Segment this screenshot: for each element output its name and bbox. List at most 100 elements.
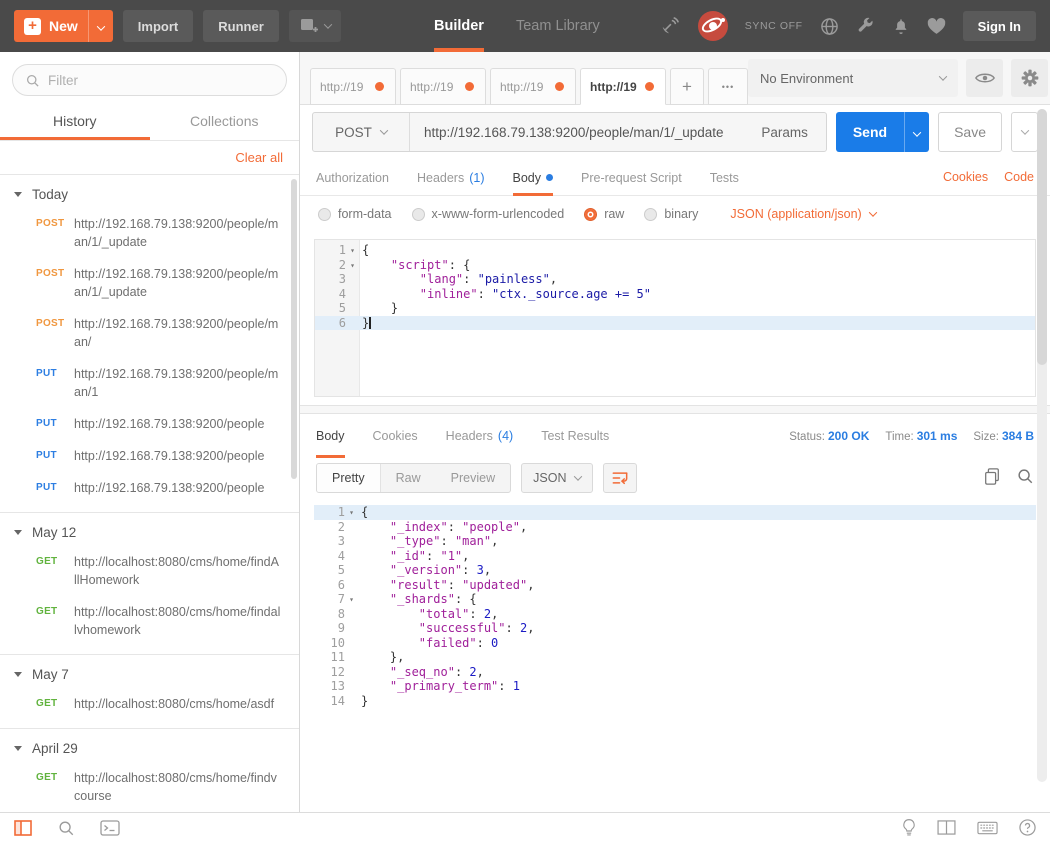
code-line[interactable]: 4 "inline": "ctx._source.age += 5" (315, 287, 1035, 302)
history-item[interactable]: PUThttp://192.168.79.138:9200/people (0, 408, 299, 440)
help-icon[interactable] (1019, 819, 1036, 836)
save-dropdown-button[interactable] (1011, 112, 1038, 152)
code-line[interactable]: 5 } (315, 301, 1035, 316)
send-button[interactable]: Send (836, 112, 929, 152)
new-button[interactable]: + New (14, 10, 113, 42)
heart-icon[interactable] (927, 17, 946, 35)
params-button[interactable]: Params (743, 125, 826, 140)
request-body-editor[interactable]: 1▾{2▾ "script": {3 "lang": "painless",4 … (314, 239, 1036, 397)
bell-icon[interactable] (892, 17, 910, 36)
history-item[interactable]: POSThttp://192.168.79.138:9200/people/ma… (0, 258, 299, 308)
url-row: POST http://192.168.79.138:9200/people/m… (300, 105, 1050, 159)
import-button[interactable]: Import (123, 10, 193, 42)
tab-headers[interactable]: Headers(1) (417, 159, 485, 196)
nav-tab-team-library[interactable]: Team Library (516, 0, 600, 52)
panes-toggle-icon[interactable] (14, 820, 32, 836)
body-mode-raw[interactable]: raw (584, 207, 624, 221)
console-icon[interactable] (100, 820, 120, 836)
history-group-header[interactable]: Today (0, 175, 299, 208)
tab-tests[interactable]: Tests (710, 159, 739, 196)
code-line[interactable]: 3 "lang": "painless", (315, 272, 1035, 287)
sidebar-scrollbar[interactable] (291, 179, 297, 479)
code-line[interactable]: 1▾{ (315, 243, 1035, 258)
history-group-header[interactable]: May 7 (0, 655, 299, 688)
keyboard-icon[interactable] (977, 821, 998, 835)
request-url[interactable]: http://192.168.79.138:9200/people/man/1/… (410, 125, 743, 140)
token: : (506, 621, 520, 635)
search-response-button[interactable] (1016, 467, 1034, 489)
view-mode-pretty[interactable]: Pretty (317, 464, 381, 492)
history-item[interactable]: GEThttp://localhost:8080/cms/home/findAl… (0, 546, 299, 596)
response-tools (983, 467, 1034, 489)
clear-all-link[interactable]: Clear all (235, 150, 283, 165)
scrollbar-thumb[interactable] (1037, 109, 1047, 365)
environment-settings-button[interactable] (1011, 59, 1048, 97)
sidebar-tab-collections[interactable]: Collections (150, 104, 300, 140)
filter-input[interactable] (48, 73, 268, 88)
history-item[interactable]: POSThttp://192.168.79.138:9200/people/ma… (0, 208, 299, 258)
history-group-header[interactable]: April 29 (0, 729, 299, 762)
history-item[interactable]: GEThttp://localhost:8080/cms/home/findvc… (0, 762, 299, 812)
method-badge: GET (36, 553, 74, 589)
globe-icon[interactable] (820, 17, 839, 36)
more-tabs-button[interactable]: ••• (708, 68, 748, 105)
history-group-header[interactable]: May 12 (0, 513, 299, 546)
body-mode-binary[interactable]: binary (644, 207, 698, 221)
body-mode-x-www-form-urlencoded[interactable]: x-www-form-urlencoded (412, 207, 565, 221)
tab-body[interactable]: Body (316, 414, 345, 458)
tab-pre-request-script[interactable]: Pre-request Script (581, 159, 682, 196)
request-tab[interactable]: http://19 (310, 68, 396, 105)
cookies-link[interactable]: Cookies (943, 170, 988, 184)
content-type-select[interactable]: JSON (application/json) (730, 207, 875, 221)
send-dropdown-button[interactable] (905, 125, 929, 140)
request-tab[interactable]: http://19 (580, 68, 666, 105)
main-scrollbar[interactable] (1037, 109, 1047, 782)
new-window-button[interactable] (289, 10, 341, 42)
tab-cookies[interactable]: Cookies (373, 414, 418, 458)
tab-authorization[interactable]: Authorization (316, 159, 389, 196)
history-item[interactable]: GEThttp://localhost:8080/cms/home/findal… (0, 596, 299, 646)
search-icon[interactable] (57, 819, 75, 837)
sync-status[interactable]: SYNC OFF (745, 20, 803, 32)
sign-in-button[interactable]: Sign In (963, 11, 1036, 41)
method-select[interactable]: POST (313, 125, 409, 140)
environment-quicklook-button[interactable] (966, 59, 1003, 97)
pane-splitter[interactable] (300, 405, 1050, 414)
token: "_seq_no" (390, 665, 455, 679)
wrap-lines-button[interactable] (603, 463, 637, 493)
bulb-icon[interactable] (902, 818, 916, 837)
request-tab[interactable]: http://19 (400, 68, 486, 105)
proxy-icon[interactable] (698, 11, 728, 41)
new-tab-button[interactable]: + (670, 68, 704, 105)
request-tab[interactable]: http://19 (490, 68, 576, 105)
satellite-icon[interactable] (659, 15, 681, 37)
runner-button[interactable]: Runner (203, 10, 279, 42)
view-mode-preview[interactable]: Preview (436, 464, 510, 492)
sidebar-tab-history[interactable]: History (0, 104, 150, 140)
history-item[interactable]: PUThttp://192.168.79.138:9200/people/man… (0, 358, 299, 408)
view-mode-raw[interactable]: Raw (381, 464, 436, 492)
code-line[interactable]: 2▾ "script": { (315, 258, 1035, 273)
history-item-url: http://192.168.79.138:9200/people (74, 479, 264, 497)
token: 0 (491, 636, 498, 650)
tab-test-results[interactable]: Test Results (541, 414, 609, 458)
nav-tab-builder[interactable]: Builder (434, 0, 484, 52)
environment-selected: No Environment (760, 71, 853, 86)
history-item[interactable]: GEThttp://localhost:8080/cms/home/asdf (0, 688, 299, 720)
response-format-select[interactable]: JSON (521, 463, 593, 493)
sidebar: HistoryCollections Clear all TodayPOSTht… (0, 52, 300, 812)
history-item[interactable]: POSThttp://192.168.79.138:9200/people/ma… (0, 308, 299, 358)
history-item[interactable]: PUThttp://192.168.79.138:9200/people (0, 440, 299, 472)
environment-select[interactable]: No Environment (748, 59, 958, 97)
code-line[interactable]: 6} (315, 316, 1035, 331)
save-button[interactable]: Save (938, 112, 1002, 152)
wrench-icon[interactable] (856, 17, 875, 36)
tab-headers[interactable]: Headers(4) (446, 414, 514, 458)
two-pane-icon[interactable] (937, 820, 956, 835)
new-dropdown-button[interactable] (89, 19, 113, 34)
tab-body[interactable]: Body (513, 159, 554, 196)
history-item[interactable]: PUThttp://192.168.79.138:9200/people (0, 472, 299, 504)
code-link[interactable]: Code (1004, 170, 1034, 184)
copy-response-button[interactable] (983, 467, 1001, 489)
body-mode-form-data[interactable]: form-data (318, 207, 392, 221)
